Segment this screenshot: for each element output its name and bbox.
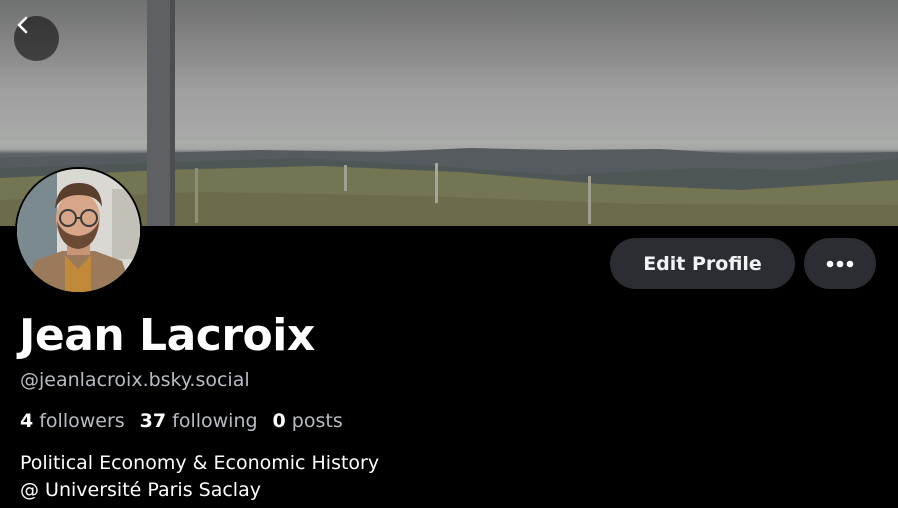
profile-banner [0,0,898,226]
bio-line: Political Economy & Economic History [20,452,380,474]
following-count: 37 [139,410,167,432]
edit-profile-button[interactable]: Edit Profile [610,238,795,289]
more-options-button[interactable] [804,238,876,289]
back-button[interactable] [14,16,59,61]
banner-landscape-image [0,0,898,226]
followers-label: followers [39,410,125,432]
followers-count: 4 [20,410,34,432]
followers-stat[interactable]: 4 followers [20,410,125,432]
profile-bio: Political Economy & Economic History @ U… [20,450,379,504]
ellipsis-icon [826,260,854,267]
avatar-photo [17,169,140,292]
profile-name: Jean Lacroix [19,310,315,361]
posts-label: posts [291,410,343,432]
posts-stat: 0 posts [273,410,343,432]
profile-handle: @jeanlacroix.bsky.social [20,369,250,391]
avatar[interactable] [15,167,142,294]
posts-count: 0 [272,410,286,432]
following-label: following [172,410,258,432]
following-stat[interactable]: 37 following [140,410,258,432]
bio-line: @ Université Paris Saclay [20,479,261,501]
chevron-left-icon [17,16,28,34]
profile-stats: 4 followers 37 following 0 posts [20,410,343,432]
